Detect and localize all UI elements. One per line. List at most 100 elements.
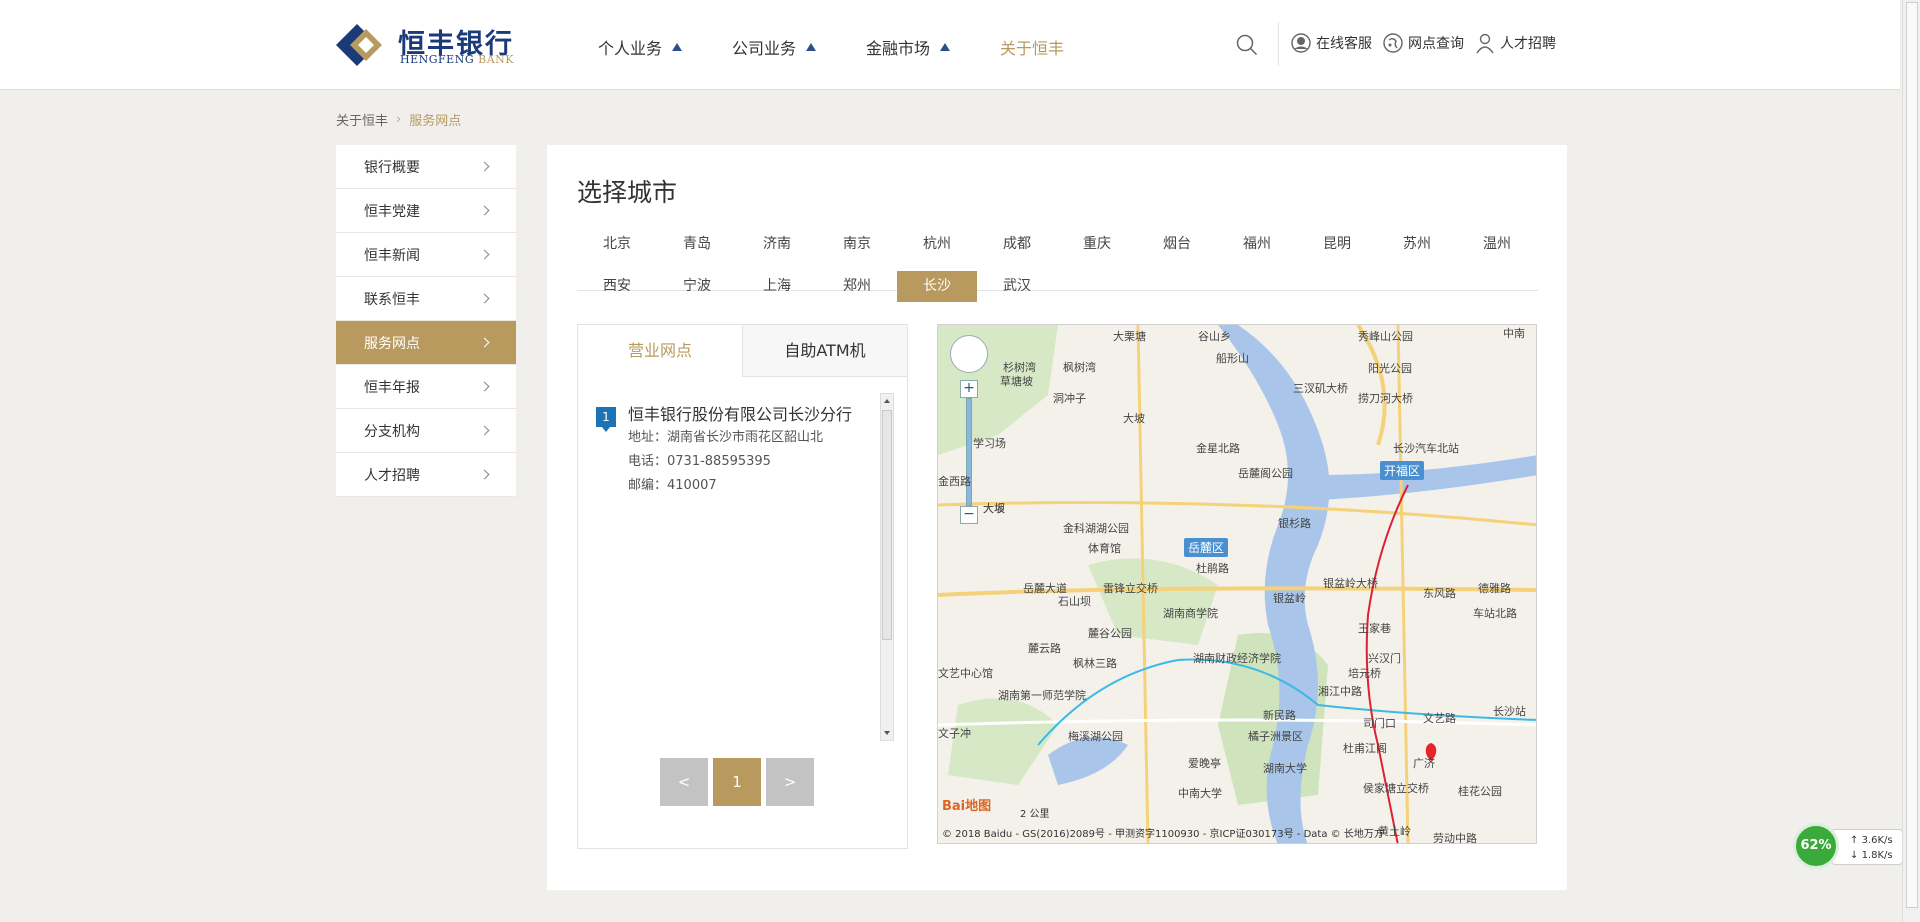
scroll-down-icon[interactable] <box>884 731 890 735</box>
city-hangzhou[interactable]: 杭州 <box>897 229 977 260</box>
pagination: < 1 > <box>660 758 819 806</box>
tool-branch-query[interactable]: 网点查询 <box>1382 32 1464 54</box>
nav-personal[interactable]: 个人业务 <box>598 35 683 59</box>
triangle-icon <box>940 43 951 51</box>
chevron-right-icon <box>479 381 490 392</box>
index-badge: 1 <box>596 407 616 432</box>
city-nanjing[interactable]: 南京 <box>817 229 897 260</box>
city-suzhou[interactable]: 苏州 <box>1377 229 1457 260</box>
scroll-up-icon[interactable] <box>884 399 890 403</box>
tab-business-outlets[interactable]: 营业网点 <box>578 325 742 377</box>
map-label: 培元桥 <box>1348 667 1381 680</box>
branch-phone: 电话：0731-88595395 <box>628 454 771 469</box>
page-scroll-thumb[interactable] <box>1906 2 1918 908</box>
sidebar-item-branches[interactable]: 分支机构 <box>336 409 516 453</box>
header-tools: 在线客服 网点查询 人才招聘 <box>1290 32 1566 54</box>
map-label: 文艺中心馆 <box>938 667 993 680</box>
sidebar-item-annual-report[interactable]: 恒丰年报 <box>336 365 516 409</box>
map-label: 秀峰山公园 <box>1358 330 1413 343</box>
map-label: 大栗塘 <box>1113 330 1146 343</box>
nav-corporate[interactable]: 公司业务 <box>732 35 817 59</box>
prev-page-button[interactable]: < <box>660 758 708 806</box>
map-copyright: © 2018 Baidu - GS(2016)2089号 - 甲测资字11009… <box>942 829 1384 840</box>
city-qingdao[interactable]: 青岛 <box>657 229 737 260</box>
sidebar-item-overview[interactable]: 银行概要 <box>336 145 516 189</box>
map-label: 橘子洲景区 <box>1248 730 1303 743</box>
map-label: 劳动中路 <box>1433 832 1477 844</box>
map-label: 岳麓阁公园 <box>1238 467 1293 480</box>
network-speed-box: ↑ 3.6K/s ↓ 1.8K/s <box>1831 829 1903 865</box>
site-header: 恒丰银行 HENGFENG BANK 个人业务 公司业务 金融市场 关于恒丰 在… <box>0 0 1900 90</box>
list-item[interactable]: 1 恒丰银行股份有限公司长沙分行 地址：湖南省长沙市雨花区韶山北 电话：0731… <box>596 403 866 498</box>
branch-panel: 营业网点 自助ATM机 1 恒丰银行股份有限公司长沙分行 地址：湖南省长沙市雨花… <box>577 324 908 849</box>
map-label: 侯家塘立交桥 <box>1363 782 1429 795</box>
city-chongqing[interactable]: 重庆 <box>1057 229 1137 260</box>
city-beijing[interactable]: 北京 <box>577 229 657 260</box>
city-wuhan[interactable]: 武汉 <box>977 271 1057 302</box>
map-label: 枫树湾 <box>1063 361 1096 374</box>
branch-name[interactable]: 恒丰银行股份有限公司长沙分行 <box>628 403 853 426</box>
sidebar-item-contact[interactable]: 联系恒丰 <box>336 277 516 321</box>
city-zhengzhou[interactable]: 郑州 <box>817 271 897 302</box>
baidu-logo[interactable]: Bai地图 <box>942 795 991 814</box>
breadcrumb-parent[interactable]: 关于恒丰 <box>336 110 388 129</box>
city-yantai[interactable]: 烟台 <box>1137 229 1217 260</box>
zoom-in-button[interactable]: + <box>960 380 978 398</box>
nav-financial-market[interactable]: 金融市场 <box>866 35 951 59</box>
tool-online-service[interactable]: 在线客服 <box>1290 32 1372 54</box>
sidebar-item-news[interactable]: 恒丰新闻 <box>336 233 516 277</box>
sidebar-item-party[interactable]: 恒丰党建 <box>336 189 516 233</box>
map-label: 中南大学 <box>1178 787 1222 800</box>
triangle-icon <box>806 43 817 51</box>
page-1-button[interactable]: 1 <box>713 758 761 806</box>
map-label: 金西路 <box>938 475 971 488</box>
city-jinan[interactable]: 济南 <box>737 229 817 260</box>
zoom-slider[interactable] <box>966 398 972 506</box>
map-label: 文子冲 <box>938 727 971 740</box>
scroll-thumb[interactable] <box>882 410 892 640</box>
breadcrumb: 关于恒丰 › 服务网点 <box>336 110 461 129</box>
map-label: 湖南财政经济学院 <box>1193 652 1281 665</box>
city-chengdu[interactable]: 成都 <box>977 229 1057 260</box>
tab-atm[interactable]: 自助ATM机 <box>742 325 907 377</box>
bank-logo-mark-icon <box>336 24 382 66</box>
branch-query-icon <box>1383 33 1403 53</box>
zoom-out-button[interactable]: − <box>960 506 978 524</box>
city-ningbo[interactable]: 宁波 <box>657 271 737 302</box>
district-badge: 岳麓区 <box>1184 538 1229 557</box>
map-label: 梅溪湖公园 <box>1068 730 1123 743</box>
map-label: 学习场 <box>973 437 1006 450</box>
map-label: 长沙汽车北站 <box>1393 442 1459 455</box>
next-page-button[interactable]: > <box>766 758 814 806</box>
map-label: 麓谷公园 <box>1088 627 1132 640</box>
sidebar-item-recruit[interactable]: 人才招聘 <box>336 453 516 497</box>
network-monitor-widget[interactable]: ↑ 3.6K/s ↓ 1.8K/s 62% <box>1793 823 1903 871</box>
city-kunming[interactable]: 昆明 <box>1297 229 1377 260</box>
page-scrollbar[interactable] <box>1902 0 1920 922</box>
search-icon[interactable] <box>1236 34 1258 56</box>
nav-about[interactable]: 关于恒丰 <box>1000 35 1064 59</box>
network-percent-circle[interactable]: 62% <box>1793 823 1839 869</box>
map-label: 杜鹃路 <box>1196 562 1229 575</box>
city-wenzhou[interactable]: 温州 <box>1457 229 1537 260</box>
map-label: 雷锋立交桥 <box>1103 582 1158 595</box>
list-scrollbar[interactable] <box>880 393 894 741</box>
map-label: 船形山 <box>1216 352 1249 365</box>
map-label: 车站北路 <box>1473 607 1517 620</box>
city-xian[interactable]: 西安 <box>577 271 657 302</box>
city-changsha[interactable]: 长沙 <box>897 271 977 302</box>
city-selector: 北京 青岛 济南 南京 杭州 成都 重庆 烟台 福州 昆明 苏州 温州 西安 宁… <box>577 229 1538 302</box>
sidebar-item-service-outlets[interactable]: 服务网点 <box>336 321 516 365</box>
branch-zip: 邮编：410007 <box>628 478 717 493</box>
map-label: 洞冲子 <box>1053 392 1086 405</box>
tool-recruit[interactable]: 人才招聘 <box>1474 32 1556 54</box>
map-pan-control[interactable] <box>950 335 988 373</box>
branch-tabs: 营业网点 自助ATM机 <box>578 325 907 377</box>
breadcrumb-current: 服务网点 <box>409 114 462 129</box>
bank-logo[interactable]: 恒丰银行 HENGFENG BANK <box>336 22 513 67</box>
branch-map[interactable]: + − 大栗塘 谷山乡 秀峰山公园 中南 杉树湾 枫树湾 船形山 阳光公园 草塘… <box>937 324 1537 844</box>
city-shanghai[interactable]: 上海 <box>737 271 817 302</box>
map-label: 谷山乡 <box>1198 330 1231 343</box>
city-fuzhou[interactable]: 福州 <box>1217 229 1297 260</box>
map-label: 湖南商学院 <box>1163 607 1218 620</box>
